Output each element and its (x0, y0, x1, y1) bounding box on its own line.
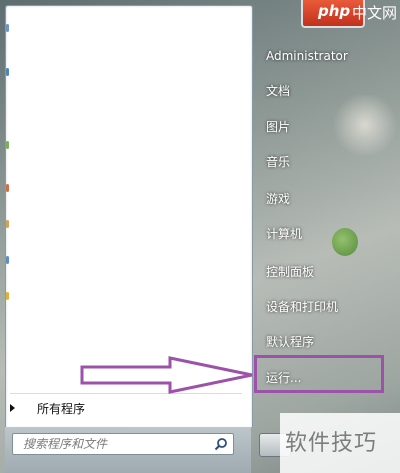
menu-item-default-programs[interactable]: 默认程序 (266, 332, 314, 352)
menu-item-computer[interactable]: 计算机 (266, 224, 302, 244)
menu-item-devices-printers[interactable]: 设备和打印机 (266, 297, 338, 317)
menu-item-music[interactable]: 音乐 (266, 152, 290, 172)
list-item[interactable] (6, 141, 9, 149)
menu-item-games[interactable]: 游戏 (266, 189, 290, 209)
all-programs-button[interactable]: 所有程序 (10, 398, 85, 418)
watermark-logo-text: 中文网 (352, 4, 398, 22)
search-input[interactable] (13, 434, 219, 454)
list-item[interactable] (6, 68, 9, 76)
menu-item-control-panel[interactable]: 控制面板 (266, 262, 314, 282)
arrow-right-icon (80, 356, 253, 394)
watermark-logo: php (318, 2, 351, 20)
list-item[interactable] (6, 24, 9, 32)
green-glow-decoration (332, 228, 358, 256)
menu-item-pictures[interactable]: 图片 (266, 117, 290, 137)
run-highlight-box (254, 355, 384, 393)
user-name-link[interactable]: Administrator (266, 46, 348, 66)
search-box[interactable] (12, 433, 234, 455)
triangle-right-icon (10, 404, 15, 412)
all-programs-label: 所有程序 (37, 401, 86, 416)
watermark-text: 软件技巧 (285, 431, 378, 456)
search-icon[interactable] (214, 437, 228, 451)
list-item[interactable] (6, 292, 9, 300)
menu-item-documents[interactable]: 文档 (266, 81, 290, 101)
list-item[interactable] (6, 256, 9, 264)
list-item[interactable] (6, 184, 9, 192)
list-item[interactable] (6, 220, 9, 228)
